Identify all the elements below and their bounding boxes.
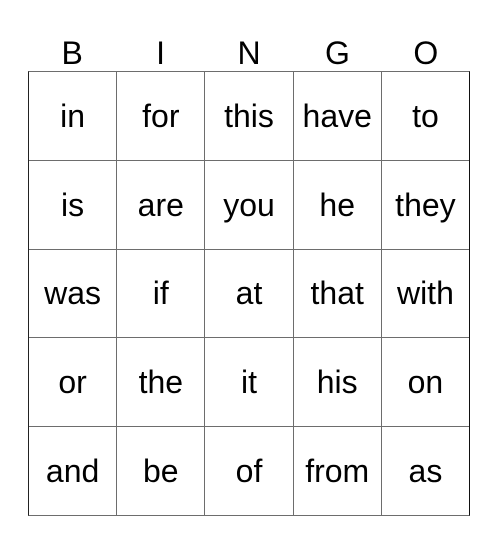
bingo-cell[interactable]: this xyxy=(205,72,294,160)
bingo-cell[interactable]: as xyxy=(381,427,470,515)
bingo-row: was if at that with xyxy=(29,249,470,339)
bingo-cell[interactable]: of xyxy=(205,427,294,515)
bingo-header-letter-n: N xyxy=(237,35,261,71)
bingo-row: is are you he they xyxy=(29,160,470,250)
bingo-cell[interactable]: or xyxy=(29,338,118,427)
bingo-cell[interactable]: was xyxy=(29,249,118,338)
bingo-cell[interactable]: the xyxy=(117,338,206,427)
bingo-cell[interactable]: have xyxy=(293,72,382,160)
bingo-cell[interactable]: in xyxy=(29,72,118,160)
bingo-row: in for this have to xyxy=(29,72,470,161)
bingo-row: and be of from as xyxy=(29,427,470,515)
bingo-cell[interactable]: they xyxy=(381,160,470,249)
bingo-cell[interactable]: on xyxy=(381,338,470,427)
bingo-cell[interactable]: that xyxy=(293,249,382,338)
bingo-cell[interactable]: are xyxy=(117,160,206,249)
bingo-header-letter-b: B xyxy=(61,35,83,71)
bingo-cell[interactable]: for xyxy=(117,72,206,160)
bingo-grid: in for this have to is are you he they w… xyxy=(28,71,470,516)
bingo-cell[interactable]: at xyxy=(205,249,294,338)
bingo-header-letter-g: G xyxy=(324,35,350,71)
bingo-cell[interactable]: and xyxy=(29,427,118,515)
bingo-card: B I N G O in for this have to is are you… xyxy=(0,0,500,544)
bingo-cell[interactable]: is xyxy=(29,160,118,249)
bingo-cell[interactable]: from xyxy=(293,427,382,515)
bingo-header-letter-o: O xyxy=(413,35,439,71)
bingo-header-row: B I N G O xyxy=(28,22,470,70)
bingo-cell[interactable]: be xyxy=(117,427,206,515)
bingo-row: or the it his on xyxy=(29,338,470,428)
bingo-cell[interactable]: it xyxy=(205,338,294,427)
bingo-cell[interactable]: his xyxy=(293,338,382,427)
bingo-cell[interactable]: he xyxy=(293,160,382,249)
bingo-cell[interactable]: to xyxy=(381,72,470,160)
bingo-cell[interactable]: with xyxy=(381,249,470,338)
bingo-cell[interactable]: if xyxy=(117,249,206,338)
bingo-cell[interactable]: you xyxy=(205,160,294,249)
bingo-header-letter-i: I xyxy=(156,35,166,71)
